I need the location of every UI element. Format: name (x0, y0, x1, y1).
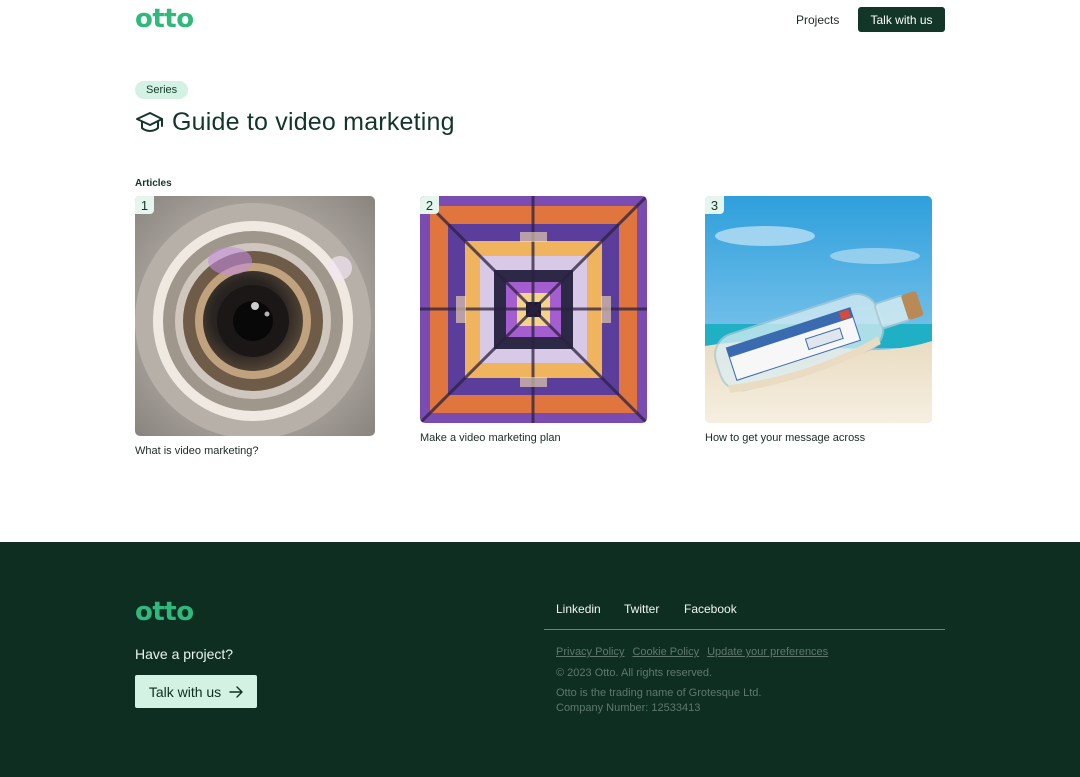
site-footer: otto Have a project? Talk with us Linked… (0, 542, 1080, 777)
otto-logo[interactable]: otto (135, 599, 194, 625)
copyright-text: © 2023 Otto. All rights reserved. (556, 667, 713, 679)
arrow-right-icon (229, 685, 243, 698)
articles-label: Articles (135, 178, 172, 189)
page-title: Guide to video marketing (172, 108, 455, 136)
talk-with-us-button[interactable]: Talk with us (858, 7, 945, 32)
kaleidoscope-pattern-image[interactable] (420, 196, 647, 423)
kaleidoscope-pattern-image-art (420, 196, 647, 423)
legal-links: Privacy Policy Cookie Policy Update your… (556, 646, 828, 658)
article-card-1[interactable]: 1 What is video marketing? (135, 196, 375, 466)
privacy-policy-link[interactable]: Privacy Policy (556, 646, 624, 658)
series-heading: Guide to video marketing (135, 108, 455, 137)
article-number: 3 (705, 196, 724, 214)
article-title[interactable]: Make a video marketing plan (420, 432, 561, 444)
series-badge: Series (135, 81, 189, 99)
article-title[interactable]: What is video marketing? (135, 445, 259, 457)
graduation-cap-icon (136, 112, 163, 132)
message-in-bottle-image-art (705, 196, 932, 423)
facebook-link[interactable]: Facebook (684, 602, 737, 616)
footer-divider (544, 629, 945, 630)
twitter-link[interactable]: Twitter (624, 602, 659, 616)
linkedin-link[interactable]: Linkedin (556, 602, 601, 616)
camera-lens-image-art (135, 196, 375, 436)
talk-with-us-footer-button[interactable]: Talk with us (135, 675, 257, 708)
otto-logo[interactable]: otto (135, 6, 194, 32)
message-in-bottle-image[interactable] (705, 196, 932, 423)
camera-lens-image[interactable] (135, 196, 375, 436)
talk-with-us-footer-label: Talk with us (148, 683, 222, 700)
company-number-text: Company Number: 12533413 (556, 702, 701, 714)
article-card-3[interactable]: 3 How to get your message across (705, 196, 932, 452)
article-title[interactable]: How to get your message across (705, 432, 865, 444)
footer-tagline: Have a project? (135, 646, 234, 662)
article-card-2[interactable]: 2 Make a video marketing plan (420, 196, 647, 452)
cookie-policy-link[interactable]: Cookie Policy (632, 646, 699, 658)
trading-name-text: Otto is the trading name of Grotesque Lt… (556, 687, 762, 699)
update-preferences-link[interactable]: Update your preferences (707, 646, 828, 658)
article-number: 1 (135, 196, 154, 214)
article-number: 2 (420, 196, 439, 214)
nav-projects-link[interactable]: Projects (796, 13, 839, 27)
